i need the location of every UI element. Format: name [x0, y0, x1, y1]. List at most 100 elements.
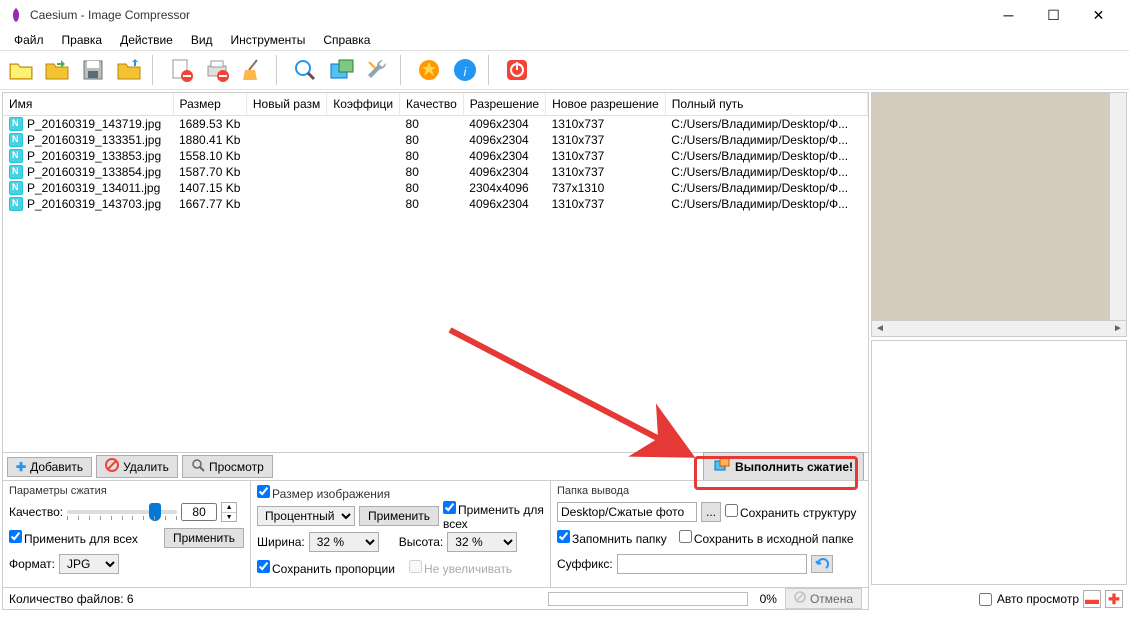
suffix-label: Суффикс:: [557, 557, 613, 571]
col-res[interactable]: Разрешение: [463, 93, 545, 116]
menu-edit[interactable]: Правка: [54, 31, 111, 49]
width-select[interactable]: 32 %: [309, 532, 379, 552]
remove-button[interactable]: Удалить: [96, 455, 178, 478]
preview-plus-button[interactable]: ✚: [1105, 590, 1123, 608]
resize-mode-select[interactable]: Процентный: [257, 506, 355, 526]
format-label: Формат:: [9, 557, 55, 571]
resize-apply-all-check[interactable]: Применить для всех: [443, 501, 544, 531]
preview-button[interactable]: Просмотр: [182, 455, 273, 478]
col-path[interactable]: Полный путь: [665, 93, 867, 116]
info-icon[interactable]: i: [448, 53, 482, 87]
same-folder-check[interactable]: Сохранить в исходной папке: [679, 530, 854, 546]
settings-panels: Параметры сжатия Качество: ▲▼ Применить …: [3, 480, 868, 587]
menu-action[interactable]: Действие: [112, 31, 181, 49]
preview-hscroll[interactable]: ◄►: [872, 320, 1126, 336]
menu-tools[interactable]: Инструменты: [223, 31, 314, 49]
cancel-button[interactable]: Отмена: [785, 588, 862, 609]
broom-icon[interactable]: [236, 53, 270, 87]
svg-text:i: i: [464, 65, 467, 79]
image-icon: [9, 117, 23, 131]
progress-percent: 0%: [760, 592, 777, 606]
remove-printer-icon[interactable]: [200, 53, 234, 87]
output-title: Папка вывода: [557, 485, 862, 497]
col-quality[interactable]: Качество: [400, 93, 464, 116]
col-ratio[interactable]: Коэффици: [327, 93, 400, 116]
save-icon[interactable]: [76, 53, 110, 87]
resize-panel: Размер изображения Процентный Применить …: [251, 481, 551, 587]
compress-icon: [714, 457, 730, 476]
menu-view[interactable]: Вид: [183, 31, 221, 49]
save-as-icon[interactable]: [112, 53, 146, 87]
quality-spinner[interactable]: ▲▼: [221, 502, 237, 522]
compression-title: Параметры сжатия: [9, 485, 244, 497]
output-panel: Папка вывода ... Сохранить структуру Зап…: [551, 481, 868, 587]
cancel-icon: [794, 591, 806, 606]
menubar: Файл Правка Действие Вид Инструменты Спр…: [0, 30, 1129, 50]
magnifier-icon: [191, 458, 205, 475]
search-icon[interactable]: [288, 53, 322, 87]
minimize-button[interactable]: ─: [986, 0, 1031, 30]
window-title: Caesium - Image Compressor: [30, 8, 986, 22]
format-select[interactable]: JPG: [59, 554, 119, 574]
table-row[interactable]: P_20160319_143719.jpg 1689.53 Kb 804096x…: [3, 116, 868, 133]
star-icon[interactable]: [412, 53, 446, 87]
table-row[interactable]: P_20160319_134011.jpg 1407.15 Kb 802304x…: [3, 180, 868, 196]
file-table[interactable]: Имя Размер Новый разм Коэффици Качество …: [3, 93, 868, 452]
no-entry-icon: [105, 458, 119, 475]
image-icon: [9, 181, 23, 195]
open-file-icon[interactable]: [4, 53, 38, 87]
app-icon: [8, 7, 24, 23]
quality-input[interactable]: [181, 503, 217, 521]
height-label: Высота:: [399, 535, 444, 549]
resize-check[interactable]: Размер изображения: [257, 487, 390, 501]
table-row[interactable]: P_20160319_133853.jpg 1558.10 Kb 804096x…: [3, 148, 868, 164]
apply-resize-button[interactable]: Применить: [359, 506, 439, 526]
col-size[interactable]: Размер: [173, 93, 246, 116]
close-button[interactable]: ✕: [1076, 0, 1121, 30]
quality-slider[interactable]: [67, 510, 177, 514]
keep-structure-check[interactable]: Сохранить структуру: [725, 504, 856, 520]
no-enlarge-check: Не увеличивать: [409, 560, 512, 576]
apply-all-check[interactable]: Применить для всех: [9, 530, 138, 546]
apply-quality-button[interactable]: Применить: [164, 528, 244, 548]
menu-help[interactable]: Справка: [315, 31, 378, 49]
file-count: Количество файлов: 6: [9, 592, 134, 606]
table-row[interactable]: P_20160319_133351.jpg 1880.41 Kb 804096x…: [3, 132, 868, 148]
status-bar: Количество файлов: 6 0% Отмена: [3, 587, 868, 609]
preview-controls: Авто просмотр ▬ ✚: [871, 588, 1127, 610]
compress-icon[interactable]: [324, 53, 358, 87]
compression-panel: Параметры сжатия Качество: ▲▼ Применить …: [3, 481, 251, 587]
width-label: Ширина:: [257, 535, 305, 549]
quality-label: Качество:: [9, 505, 63, 519]
remember-folder-check[interactable]: Запомнить папку: [557, 530, 667, 546]
table-row[interactable]: P_20160319_143703.jpg 1667.77 Kb 804096x…: [3, 196, 868, 212]
tools-icon[interactable]: [360, 53, 394, 87]
plus-icon: ✚: [16, 460, 26, 474]
col-name[interactable]: Имя: [3, 93, 173, 116]
keep-proportions-check[interactable]: Сохранить пропорции: [257, 560, 395, 576]
suffix-reset-button[interactable]: [811, 555, 833, 573]
compress-button[interactable]: Выполнить сжатие!: [703, 452, 864, 481]
remove-file-icon[interactable]: [164, 53, 198, 87]
auto-preview-check[interactable]: Авто просмотр: [979, 592, 1079, 606]
output-path-input[interactable]: [557, 502, 697, 522]
browse-button[interactable]: ...: [701, 502, 721, 522]
open-folder-icon[interactable]: [40, 53, 74, 87]
menu-file[interactable]: Файл: [6, 31, 52, 49]
toolbar: i: [0, 50, 1129, 90]
progress-bar: [548, 592, 748, 606]
titlebar: Caesium - Image Compressor ─ ☐ ✕: [0, 0, 1129, 30]
suffix-input[interactable]: [617, 554, 807, 574]
height-select[interactable]: 32 %: [447, 532, 517, 552]
image-icon: [9, 149, 23, 163]
preview-minus-button[interactable]: ▬: [1083, 590, 1101, 608]
col-newres[interactable]: Новое разрешение: [546, 93, 666, 116]
power-icon[interactable]: [500, 53, 534, 87]
add-button[interactable]: ✚Добавить: [7, 457, 92, 477]
preview-original[interactable]: ◄►: [871, 92, 1127, 337]
table-row[interactable]: P_20160319_133854.jpg 1587.70 Kb 804096x…: [3, 164, 868, 180]
image-icon: [9, 165, 23, 179]
maximize-button[interactable]: ☐: [1031, 0, 1076, 30]
col-newsize[interactable]: Новый разм: [246, 93, 326, 116]
preview-compressed[interactable]: [871, 340, 1127, 585]
